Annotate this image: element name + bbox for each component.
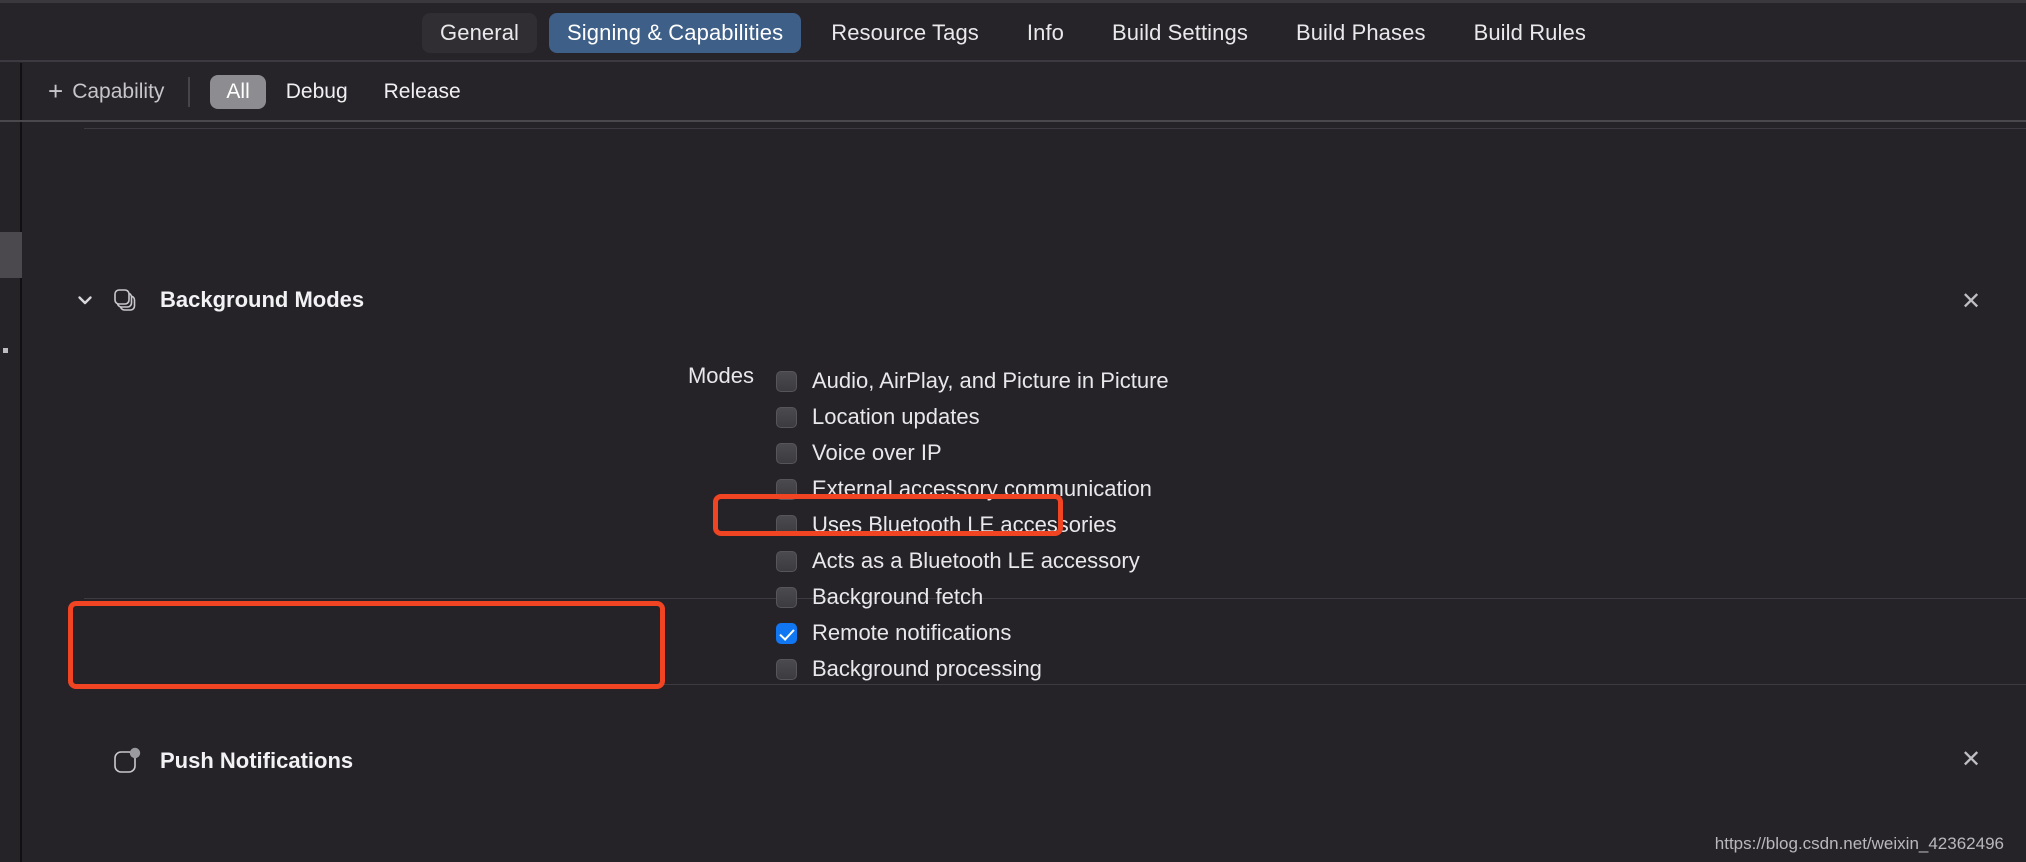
filter-all[interactable]: All — [210, 75, 266, 109]
mode-label: Acts as a Bluetooth LE accessory — [812, 548, 1140, 573]
plus-icon: + — [48, 76, 64, 106]
filter-release[interactable]: Release — [368, 75, 477, 109]
target-editor-tabbar: General Signing & Capabilities Resource … — [0, 0, 2026, 63]
section-title-background-modes: Background Modes — [160, 287, 365, 312]
checkbox-external-accessory-communication[interactable] — [776, 478, 797, 500]
checkbox-remote-notifications[interactable] — [776, 622, 797, 644]
checkbox-acts-as-bluetooth-le-accessory[interactable] — [776, 550, 797, 572]
xcode-target-editor: General Signing & Capabilities Resource … — [0, 0, 2026, 862]
watermark: https://blog.csdn.net/weixin_42362496 — [1714, 834, 2004, 853]
chevron-down-icon[interactable] — [72, 287, 98, 313]
mode-row-remote-notifications[interactable]: Remote notifications — [776, 615, 1169, 651]
mode-label: Remote notifications — [812, 620, 1012, 645]
checkbox-background-fetch[interactable] — [776, 586, 797, 608]
push-badge-icon — [110, 744, 144, 778]
tabbar-divider — [0, 60, 2026, 62]
rail-marker-dot — [3, 348, 8, 353]
scrollbar-thumb[interactable] — [0, 232, 22, 278]
mode-row[interactable]: Location updates — [776, 399, 1169, 435]
close-push-notifications-button[interactable]: ✕ — [1956, 745, 1986, 775]
left-rail — [0, 63, 22, 862]
mode-label: Audio, AirPlay, and Picture in Picture — [812, 368, 1169, 393]
checkbox-background-processing[interactable] — [776, 658, 797, 680]
mode-label: External accessory communication — [812, 476, 1152, 501]
mode-row[interactable]: Audio, AirPlay, and Picture in Picture — [776, 363, 1169, 399]
mode-row[interactable]: Acts as a Bluetooth LE accessory — [776, 543, 1169, 579]
toolbar-separator — [188, 77, 191, 107]
close-background-modes-button[interactable]: ✕ — [1956, 287, 1986, 317]
configuration-filter-segmented-control: All Debug Release — [210, 75, 476, 109]
mode-label: Background processing — [812, 656, 1042, 681]
mode-row[interactable]: Background processing — [776, 651, 1169, 687]
mode-row[interactable]: Background fetch — [776, 579, 1169, 615]
mode-row[interactable]: External accessory communication — [776, 471, 1169, 507]
tab-info[interactable]: Info — [1009, 13, 1082, 53]
capability-toolbar: + Capability All Debug Release — [24, 63, 2026, 121]
section-header-push-notifications[interactable]: Push Notifications — [98, 744, 353, 778]
background-modes-list: Audio, AirPlay, and Picture in Picture L… — [776, 363, 1169, 687]
modes-field-label: Modes — [687, 363, 754, 388]
toolbar-bottom-border — [0, 120, 2026, 122]
mode-label: Background fetch — [812, 584, 984, 609]
add-capability-label: Capability — [72, 80, 165, 103]
add-capability-button[interactable]: + Capability — [48, 76, 165, 106]
section-header-background-modes[interactable]: Background Modes — [72, 283, 364, 317]
filter-debug[interactable]: Debug — [270, 75, 364, 109]
separator-top — [84, 128, 2026, 129]
mode-label: Location updates — [812, 404, 980, 429]
checkbox-voice-over-ip[interactable] — [776, 442, 797, 464]
stacked-squares-icon — [110, 283, 144, 317]
tab-build-settings[interactable]: Build Settings — [1094, 13, 1266, 53]
capabilities-canvas: Background Modes ✕ Modes Audio, AirPlay,… — [24, 123, 2026, 862]
mode-label: Voice over IP — [812, 440, 942, 465]
tab-signing-and-capabilities[interactable]: Signing & Capabilities — [549, 13, 802, 53]
checkbox-location-updates[interactable] — [776, 406, 797, 428]
checkbox-audio-airplay-picture-in-picture[interactable] — [776, 370, 797, 392]
tab-build-rules[interactable]: Build Rules — [1456, 13, 1604, 53]
mode-row[interactable]: Uses Bluetooth LE accessories — [776, 507, 1169, 543]
tab-resource-tags[interactable]: Resource Tags — [813, 13, 997, 53]
tab-build-phases[interactable]: Build Phases — [1278, 13, 1444, 53]
mode-row[interactable]: Voice over IP — [776, 435, 1169, 471]
checkbox-uses-bluetooth-le-accessories[interactable] — [776, 514, 797, 536]
section-title-push-notifications: Push Notifications — [160, 748, 354, 773]
mode-label: Uses Bluetooth LE accessories — [812, 512, 1117, 537]
tab-general[interactable]: General — [422, 13, 538, 53]
